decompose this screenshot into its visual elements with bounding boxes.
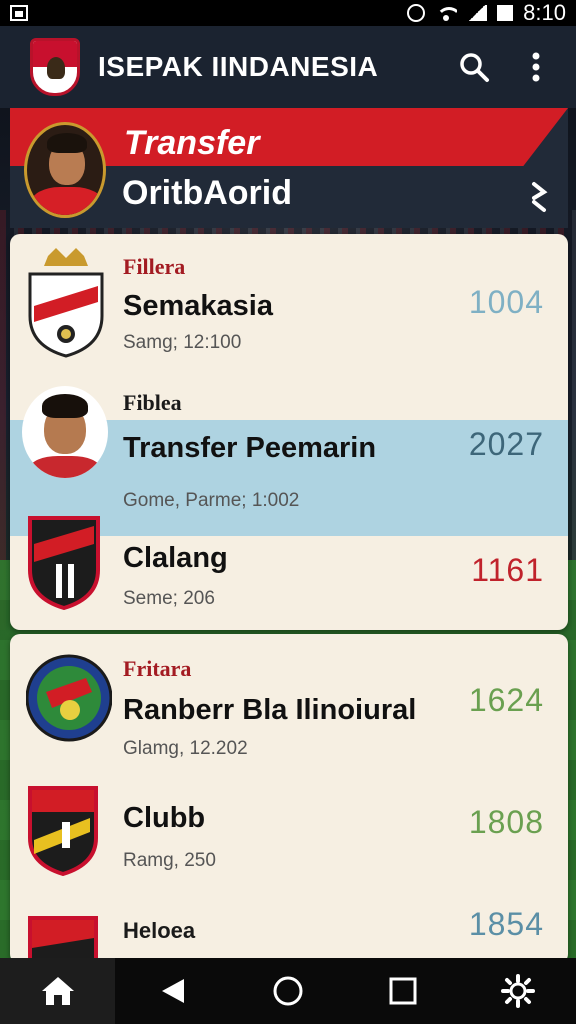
- club-crest-icon: [26, 514, 100, 610]
- list-item[interactable]: Clubb Ramg, 250 1808: [10, 774, 568, 896]
- list-item[interactable]: Clalang Seme; 206 1161: [10, 506, 568, 630]
- recents-button[interactable]: [346, 958, 461, 1024]
- status-time: 8:10: [523, 0, 566, 25]
- home-circle-icon: [273, 976, 303, 1006]
- row-title: Transfer Peemarin: [123, 432, 377, 464]
- banner-player-avatar: [24, 122, 106, 218]
- banner-subtitle: OritbAorid: [122, 174, 292, 212]
- list-item[interactable]: Heloea 1854: [10, 896, 568, 964]
- row-title: Clubb: [123, 802, 206, 834]
- signal-icon: [467, 5, 488, 21]
- row-meta: Seme; 206: [123, 588, 215, 609]
- recents-icon: [389, 977, 417, 1005]
- alarm-icon: [407, 4, 426, 22]
- list-item[interactable]: Fillera Semakasia Samg; 12:100 1004: [10, 234, 568, 384]
- app-title: ISEPAK IINDANESIA: [98, 51, 379, 82]
- row-category: Fiblea: [123, 390, 182, 415]
- transfer-banner[interactable]: Transfer OritbAorid: [10, 108, 568, 228]
- row-value: 1004: [468, 284, 544, 320]
- system-navigation-bar: [0, 958, 576, 1024]
- chevron-right-icon[interactable]: [528, 180, 550, 214]
- home-circle-button[interactable]: [230, 958, 345, 1024]
- row-title: Clalang: [123, 542, 228, 574]
- settings-icon: [501, 974, 536, 1008]
- home-button[interactable]: [0, 958, 116, 1024]
- gallery-notification-icon: [10, 5, 28, 21]
- back-icon: [161, 979, 184, 1003]
- club-crest-icon: [26, 784, 100, 876]
- player-avatar: [22, 386, 108, 478]
- club-crest-icon: [26, 652, 112, 742]
- row-category: Heloea: [123, 918, 196, 943]
- banner-title: Transfer: [124, 124, 260, 162]
- row-value: 2027: [468, 426, 544, 462]
- row-category: Fritara: [123, 656, 192, 681]
- row-category: Fillera: [123, 254, 186, 279]
- club-crest-icon: [26, 246, 104, 358]
- app-logo: [30, 38, 80, 96]
- transfer-card: Fillera Semakasia Samg; 12:100 1004 Fibl…: [10, 234, 568, 630]
- back-button[interactable]: [115, 958, 230, 1024]
- more-options-button[interactable]: [514, 45, 558, 89]
- row-meta: Glamg, 12.202: [123, 738, 248, 759]
- status-bar: 8:10: [0, 0, 576, 26]
- status-icons: 8:10: [407, 0, 566, 26]
- settings-button[interactable]: [461, 958, 576, 1024]
- row-title: Ranberr Bla Ilinoiural: [123, 694, 417, 726]
- home-icon: [41, 977, 74, 1005]
- more-vert-icon: [532, 52, 540, 82]
- row-meta: Ramg, 250: [123, 850, 216, 871]
- app-bar: ISEPAK IINDANESIA: [0, 26, 576, 108]
- row-value: 1808: [468, 804, 544, 840]
- row-value: 1161: [471, 552, 544, 588]
- battery-icon: [497, 5, 514, 21]
- wifi-icon: [435, 5, 458, 21]
- list-item[interactable]: Fritara Ranberr Bla Ilinoiural Glamg, 12…: [10, 634, 568, 774]
- row-value: 1854: [468, 906, 544, 942]
- club-crest-icon: [26, 908, 100, 964]
- transfer-card: Fritara Ranberr Bla Ilinoiural Glamg, 12…: [10, 634, 568, 964]
- row-title: Semakasia: [123, 290, 273, 322]
- row-meta: Samg; 12:100: [123, 332, 242, 353]
- search-button[interactable]: [452, 45, 496, 89]
- row-value: 1624: [468, 682, 544, 718]
- search-icon: [460, 53, 489, 82]
